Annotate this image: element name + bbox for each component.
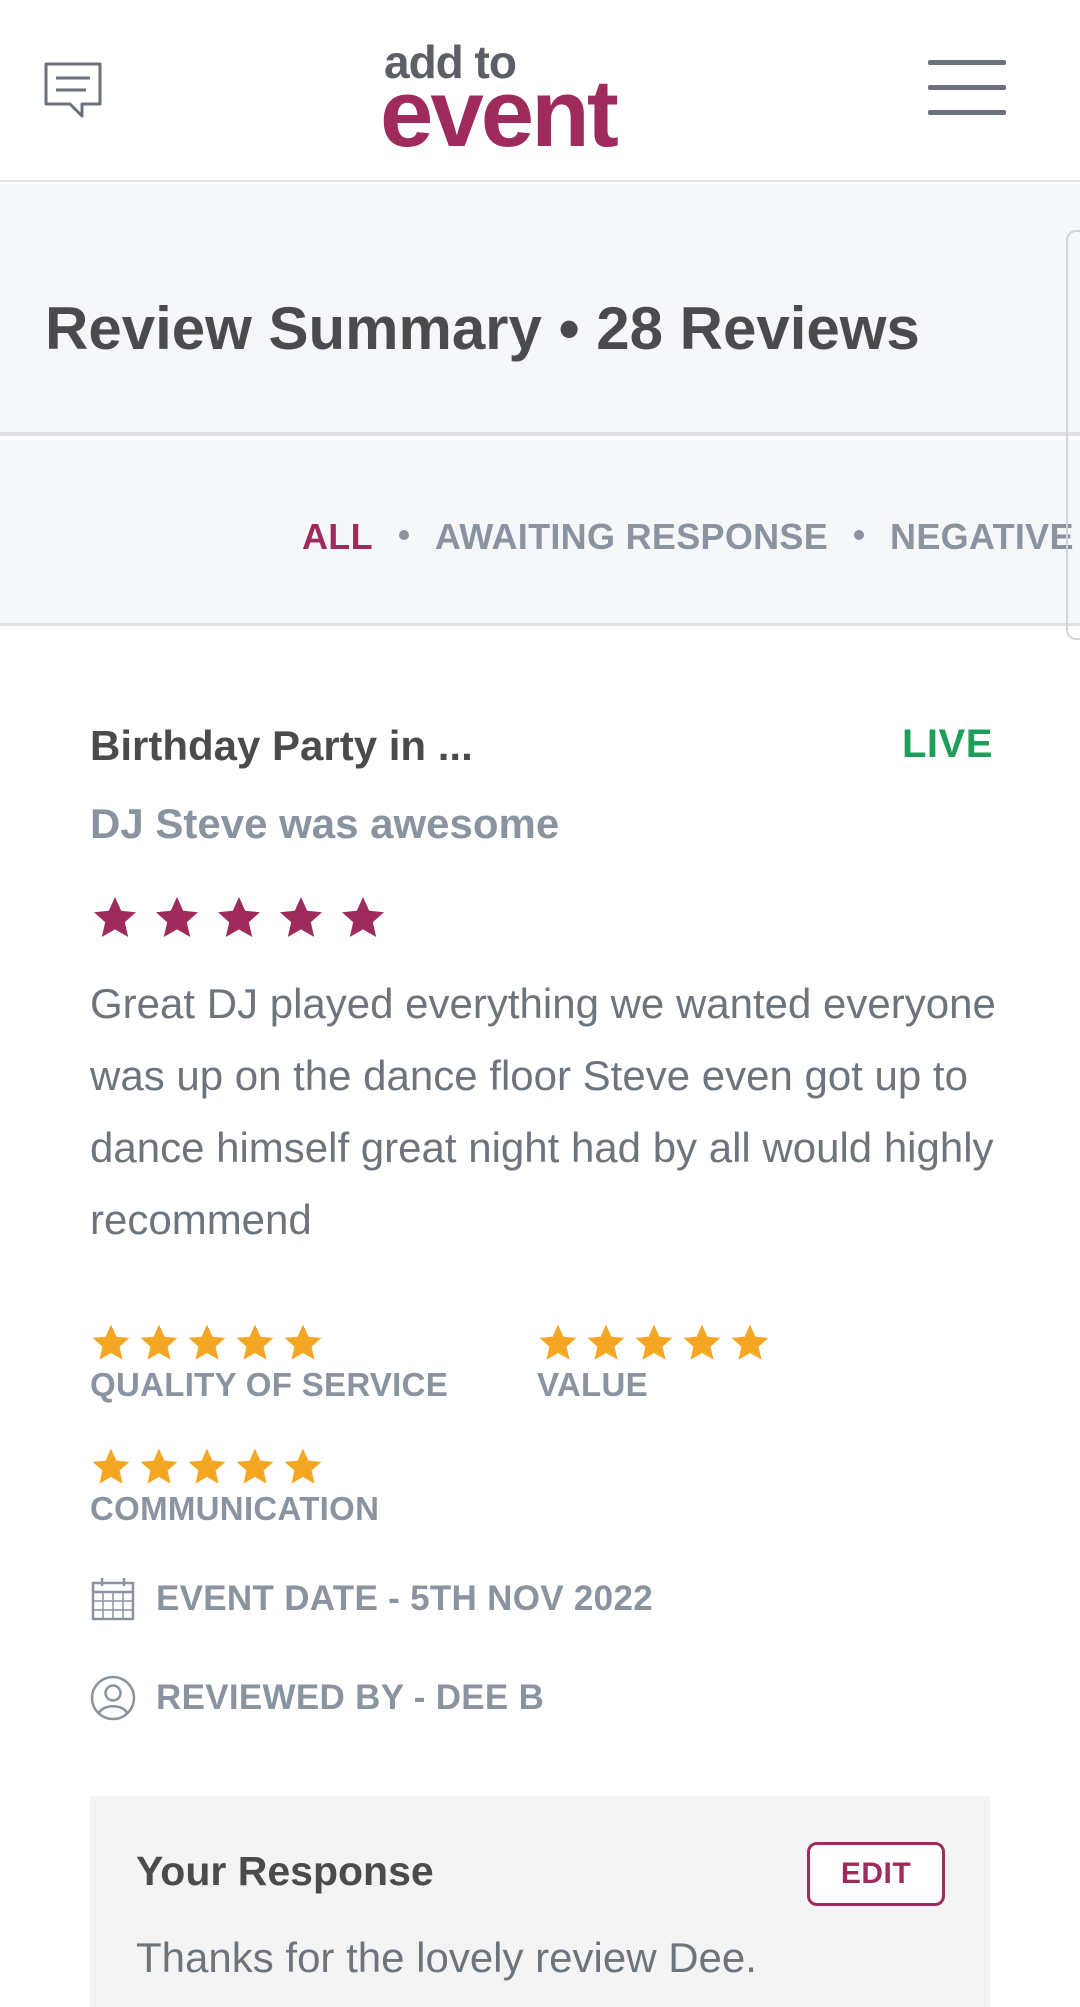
calendar-icon [91,1578,135,1621]
star-icon [218,897,260,937]
category-ratings: QUALITY OF SERVICE VALUE COMMUNICATION [90,1322,1010,1542]
value-stars [537,1322,771,1364]
page-title: Review Summary • 28 Reviews [45,295,920,362]
star-icon [683,1324,721,1360]
star-icon [587,1324,625,1360]
rating-label: VALUE [537,1366,648,1403]
star-icon [236,1448,274,1484]
star-icon [140,1324,178,1360]
communication-stars [90,1446,379,1488]
separator-dot [398,530,409,541]
status-badge: LIVE [902,722,993,766]
star-icon [342,897,384,937]
chat-bubble-icon[interactable] [42,58,106,122]
response-heading: Your Response [136,1848,434,1894]
star-icon [188,1324,226,1360]
tab-all[interactable]: ALL [302,516,373,558]
star-icon [236,1324,274,1360]
overall-rating-stars [90,894,388,942]
add-to-event-logo[interactable]: add to event [380,36,660,164]
review-body: Great DJ played everything we wanted eve… [90,980,996,1243]
star-icon [94,897,136,937]
star-icon [539,1324,577,1360]
reviewed-by: REVIEWED BY - DEE B [156,1678,545,1717]
rating-quality-of-service: QUALITY OF SERVICE [90,1322,448,1404]
star-icon [92,1324,130,1360]
star-icon [731,1324,769,1360]
app-header: add to event [0,0,1080,182]
event-date-row: EVENT DATE - 5TH NOV 2022 [90,1576,653,1622]
user-circle-icon [90,1675,136,1721]
rating-communication: COMMUNICATION [90,1446,379,1528]
filter-tabs: ALL AWAITING RESPONSE NEGATIVE [0,440,1080,626]
star-icon [280,897,322,937]
event-date: EVENT DATE - 5TH NOV 2022 [156,1579,653,1618]
review-event-name: Birthday Party in ... [90,722,473,769]
reviewed-by-row: REVIEWED BY - DEE B [90,1675,544,1721]
review-title: DJ Steve was awesome [90,800,560,847]
star-icon [140,1448,178,1484]
rating-label: QUALITY OF SERVICE [90,1366,449,1403]
response-panel: Your Response EDIT Thanks for the lovely… [90,1796,990,2007]
hamburger-menu-icon[interactable] [928,58,1006,118]
review-summary-section: Review Summary • 28 Reviews [0,184,1080,436]
star-icon [156,897,198,937]
logo-big-text: event [380,60,619,167]
star-icon [635,1324,673,1360]
rating-value: VALUE [537,1322,771,1404]
star-icon [188,1448,226,1484]
rating-label: COMMUNICATION [90,1490,380,1527]
star-icon [92,1448,130,1484]
quality-stars [90,1322,448,1364]
tab-negative[interactable]: NEGATIVE [890,516,1074,558]
edit-response-button[interactable]: EDIT [807,1842,945,1906]
response-text: Thanks for the lovely review Dee. [136,1934,757,1981]
separator-dot [854,530,865,541]
star-icon [284,1448,322,1484]
tab-awaiting-response[interactable]: AWAITING RESPONSE [435,516,828,558]
star-icon [284,1324,322,1360]
scroll-handle[interactable] [1066,230,1080,640]
